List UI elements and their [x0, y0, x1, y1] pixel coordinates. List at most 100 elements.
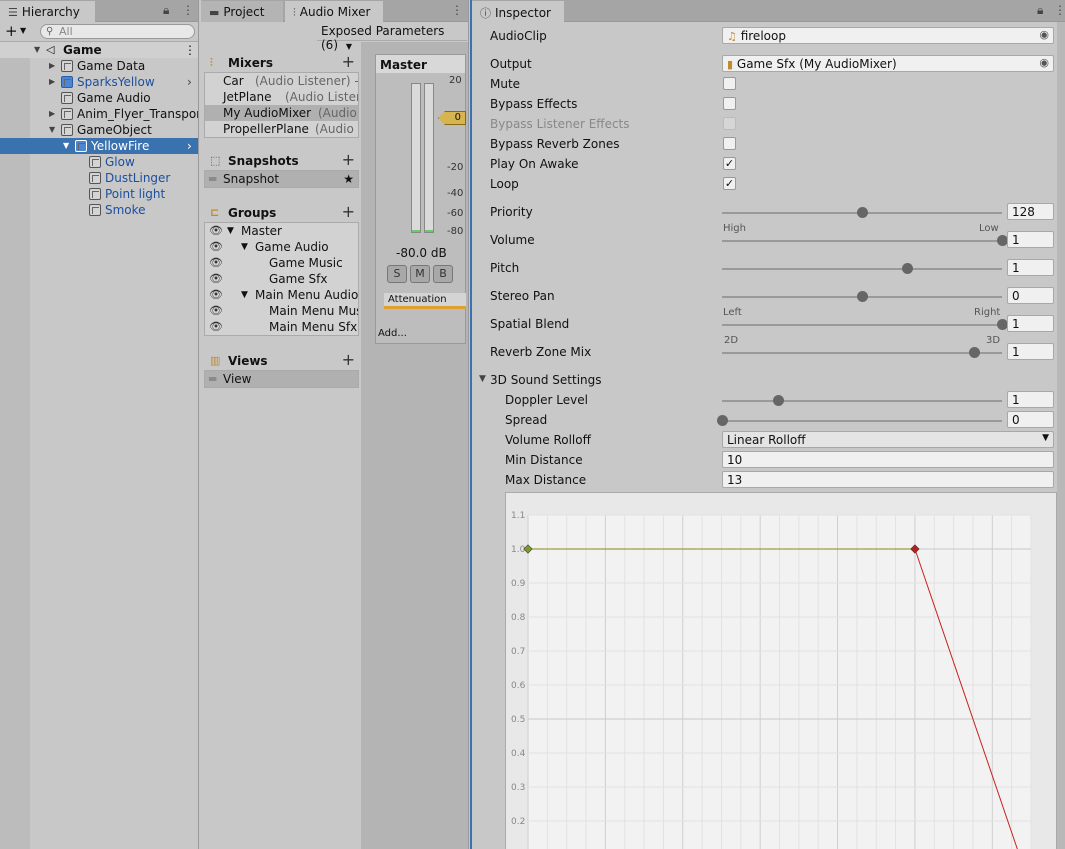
priority-input[interactable]: 128: [1007, 203, 1054, 220]
list-item[interactable]: My AudioMixer (Audio: [205, 105, 358, 121]
reverb-zone-mix-input[interactable]: 1: [1007, 343, 1054, 360]
hierarchy-row-dustlinger[interactable]: DustLinger: [0, 170, 198, 186]
pitch-slider-thumb[interactable]: [901, 263, 913, 274]
hierarchy-row-sparksyellow[interactable]: ▶ SparksYellow ›: [0, 74, 198, 90]
spread-slider-track[interactable]: [722, 420, 1002, 422]
attenuation-effect[interactable]: Attenuation: [384, 293, 466, 309]
bypass-reverb-zones-checkbox[interactable]: [723, 137, 736, 150]
add-mixer-button[interactable]: +: [342, 52, 355, 71]
hierarchy-row-gameobject[interactable]: ▼ GameObject: [0, 122, 198, 138]
add-group-button[interactable]: +: [342, 202, 355, 221]
eye-icon[interactable]: 👁︎: [209, 255, 223, 271]
foldout-arrow-icon[interactable]: ▼: [479, 374, 486, 384]
foldout-arrow-icon[interactable]: ▶: [49, 58, 55, 74]
chevron-right-icon[interactable]: ›: [187, 74, 192, 90]
kebab-menu-icon[interactable]: ⋮: [182, 3, 194, 17]
spread-slider-thumb[interactable]: [717, 415, 728, 426]
tab-project[interactable]: ▬ Project: [201, 1, 283, 22]
foldout-arrow-icon[interactable]: ▼: [241, 239, 248, 255]
add-effect-button[interactable]: Add...: [378, 328, 407, 339]
foldout-arrow-icon[interactable]: ▼: [63, 138, 69, 154]
foldout-arrow-icon[interactable]: ▼: [34, 42, 40, 58]
eye-icon[interactable]: 👁︎: [209, 271, 223, 287]
spread-input[interactable]: 0: [1007, 411, 1054, 428]
volume-rolloff-dropdown[interactable]: Linear Rolloff ▼: [722, 431, 1054, 448]
reverb-zone-mix-slider-thumb[interactable]: [969, 347, 980, 358]
lock-icon[interactable]: 🔒︎: [163, 3, 169, 18]
star-icon[interactable]: ★: [343, 171, 354, 187]
kebab-menu-icon[interactable]: ⋮: [1054, 3, 1065, 17]
eye-icon[interactable]: 👁︎: [209, 287, 223, 303]
priority-slider-thumb[interactable]: [857, 207, 868, 218]
pitch-input[interactable]: 1: [1007, 259, 1054, 276]
play-on-awake-checkbox[interactable]: ✓: [723, 157, 736, 170]
hierarchy-row-yellowfire[interactable]: ▼ YellowFire ›: [0, 138, 198, 154]
object-picker-icon[interactable]: ◉: [1039, 56, 1049, 69]
foldout-arrow-icon[interactable]: ▼: [241, 287, 248, 303]
doppler-input[interactable]: 1: [1007, 391, 1054, 408]
kebab-menu-icon[interactable]: ⋮: [184, 42, 196, 58]
spatial-blend-input[interactable]: 1: [1007, 315, 1054, 332]
foldout-arrow-icon[interactable]: ▶: [49, 74, 55, 90]
chevron-down-icon[interactable]: ▼: [20, 26, 26, 35]
mute-checkbox[interactable]: [723, 77, 736, 90]
hierarchy-row-glow[interactable]: Glow: [0, 154, 198, 170]
loop-checkbox[interactable]: ✓: [723, 177, 736, 190]
doppler-slider-track[interactable]: [722, 400, 1002, 402]
volume-input[interactable]: 1: [1007, 231, 1054, 248]
stereo-pan-slider-thumb[interactable]: [857, 291, 868, 302]
hierarchy-row-smoke[interactable]: Smoke: [0, 202, 198, 218]
inspector-scrollbar[interactable]: [1057, 22, 1065, 849]
add-icon[interactable]: +: [5, 22, 18, 40]
rolloff-curve-graph[interactable]: 1.1 1.0 0.9 0.8 0.7 0.6 0.5 0.4 0.3 0.2: [505, 492, 1057, 849]
bypass-button[interactable]: B: [433, 265, 453, 283]
min-distance-input[interactable]: 10: [722, 451, 1054, 468]
list-item[interactable]: 👁︎ Game Sfx: [205, 271, 358, 287]
chevron-right-icon[interactable]: ›: [187, 138, 192, 154]
bypass-effects-checkbox[interactable]: [723, 97, 736, 110]
solo-button[interactable]: S: [387, 265, 407, 283]
fader-handle[interactable]: 0: [438, 111, 466, 125]
hierarchy-row-anim-flyer[interactable]: ▶ Anim_Flyer_Transport: [0, 106, 198, 122]
audioclip-field[interactable]: ♫ fireloop ◉: [722, 27, 1054, 44]
stereo-pan-input[interactable]: 0: [1007, 287, 1054, 304]
list-item[interactable]: Car (Audio Listener) - I: [205, 73, 358, 89]
drag-handle-icon[interactable]: ═: [209, 371, 216, 387]
tab-audio-mixer[interactable]: ⫶ Audio Mixer: [285, 1, 383, 22]
drag-handle-icon[interactable]: ═: [209, 171, 216, 187]
object-picker-icon[interactable]: ◉: [1039, 28, 1049, 41]
lock-icon[interactable]: 🔒︎: [1037, 3, 1043, 18]
list-item[interactable]: 👁︎ ▼ Master: [205, 223, 358, 239]
add-snapshot-button[interactable]: +: [342, 150, 355, 169]
eye-icon[interactable]: 👁︎: [209, 303, 223, 319]
list-item[interactable]: 👁︎ ▼ Main Menu Audio: [205, 287, 358, 303]
tab-hierarchy[interactable]: ☰ Hierarchy: [0, 1, 95, 22]
list-item[interactable]: 👁︎ Game Music: [205, 255, 358, 271]
foldout-arrow-icon[interactable]: ▶: [49, 106, 55, 122]
sound3d-foldout[interactable]: ▼ 3D Sound Settings: [472, 370, 1065, 390]
tab-inspector[interactable]: ⓘ Inspector: [472, 1, 564, 22]
mute-button[interactable]: M: [410, 265, 430, 283]
list-item[interactable]: ═ Snapshot ★: [205, 171, 358, 187]
list-item[interactable]: PropellerPlane (Audio I: [205, 121, 358, 137]
eye-icon[interactable]: 👁︎: [209, 239, 223, 255]
list-item[interactable]: 👁︎ Main Menu Mus: [205, 303, 358, 319]
output-field[interactable]: ▮ Game Sfx (My AudioMixer) ◉: [722, 55, 1054, 72]
reverb-zone-mix-slider-track[interactable]: [722, 352, 1002, 354]
spatial-blend-slider-track[interactable]: [722, 324, 1002, 326]
hierarchy-row-game-data[interactable]: ▶ Game Data: [0, 58, 198, 74]
max-distance-input[interactable]: 13: [722, 471, 1054, 488]
exposed-parameters-dropdown[interactable]: Exposed Parameters (6) ▼: [317, 22, 467, 52]
foldout-arrow-icon[interactable]: ▼: [227, 223, 234, 239]
master-channel-strip[interactable]: Master 20 -20 -40 -60 -80 0 -80.0 dB S M…: [375, 54, 466, 344]
eye-icon[interactable]: 👁︎: [209, 319, 223, 335]
list-item[interactable]: ═ View: [205, 371, 358, 387]
kebab-menu-icon[interactable]: ⋮: [451, 3, 463, 17]
add-view-button[interactable]: +: [342, 350, 355, 369]
list-item[interactable]: 👁︎ ▼ Game Audio: [205, 239, 358, 255]
eye-icon[interactable]: 👁︎: [209, 223, 223, 239]
foldout-arrow-icon[interactable]: ▼: [49, 122, 55, 138]
hierarchy-row-game-audio[interactable]: Game Audio: [0, 90, 198, 106]
search-input[interactable]: ⚲ All: [40, 24, 195, 39]
doppler-slider-thumb[interactable]: [773, 395, 784, 406]
